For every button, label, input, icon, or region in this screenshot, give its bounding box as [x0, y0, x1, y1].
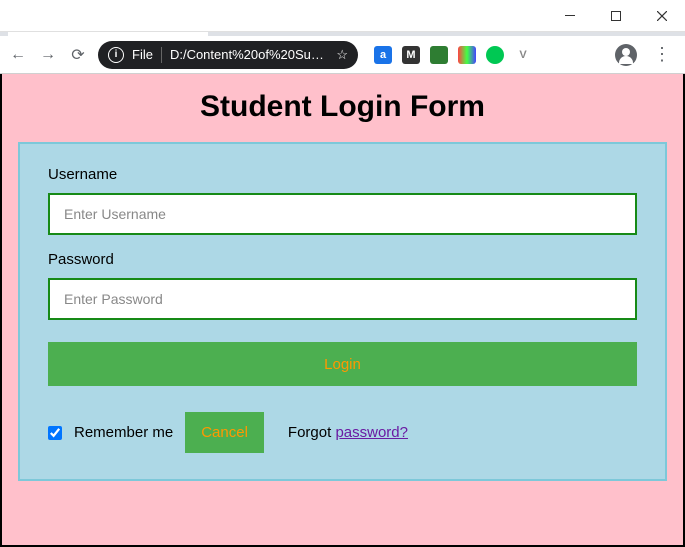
extension-icon[interactable]	[486, 46, 504, 64]
forgot-prefix: Forgot	[288, 424, 336, 441]
extension-icon[interactable]: V	[514, 46, 532, 64]
separator	[161, 47, 162, 63]
remember-checkbox[interactable]	[48, 426, 62, 440]
forward-button[interactable]: →	[38, 46, 58, 64]
password-label: Password	[48, 251, 637, 268]
extension-icon[interactable]: M	[402, 46, 420, 64]
maximize-button[interactable]	[593, 0, 639, 32]
browser-toolbar: ← → ⟳ i File D:/Content%20of%20Sumit... …	[0, 36, 685, 74]
extension-icon[interactable]	[430, 46, 448, 64]
forgot-text: Forgot password?	[288, 424, 408, 441]
extension-icon[interactable]: a	[374, 46, 392, 64]
menu-dots-icon[interactable]: ⋮	[647, 44, 677, 65]
extension-icons: a M V	[374, 46, 532, 64]
reload-button[interactable]: ⟳	[68, 45, 88, 65]
page-body: Student Login Form Username Password Log…	[0, 74, 685, 547]
cancel-button[interactable]: Cancel	[185, 412, 264, 453]
minimize-button[interactable]	[547, 0, 593, 32]
username-input[interactable]	[48, 193, 637, 235]
form-footer: Remember me Cancel Forgot password?	[48, 412, 637, 453]
page-title: Student Login Form	[2, 74, 683, 142]
info-icon: i	[108, 47, 124, 63]
forgot-password-link[interactable]: password?	[335, 424, 408, 441]
profile-avatar-icon[interactable]	[615, 44, 637, 66]
close-window-button[interactable]	[639, 0, 685, 32]
window-titlebar	[0, 0, 685, 32]
back-button[interactable]: ←	[8, 46, 28, 64]
login-form: Username Password Login Remember me Canc…	[18, 142, 667, 481]
bookmark-star-icon[interactable]: ☆	[336, 47, 348, 63]
extension-icon[interactable]	[458, 46, 476, 64]
remember-label: Remember me	[74, 424, 173, 441]
url-scheme: File	[132, 47, 153, 62]
address-bar[interactable]: i File D:/Content%20of%20Sumit... ☆	[98, 41, 358, 69]
username-label: Username	[48, 166, 637, 183]
password-input[interactable]	[48, 278, 637, 320]
login-button[interactable]: Login	[48, 342, 637, 386]
url-path: D:/Content%20of%20Sumit...	[170, 47, 328, 62]
